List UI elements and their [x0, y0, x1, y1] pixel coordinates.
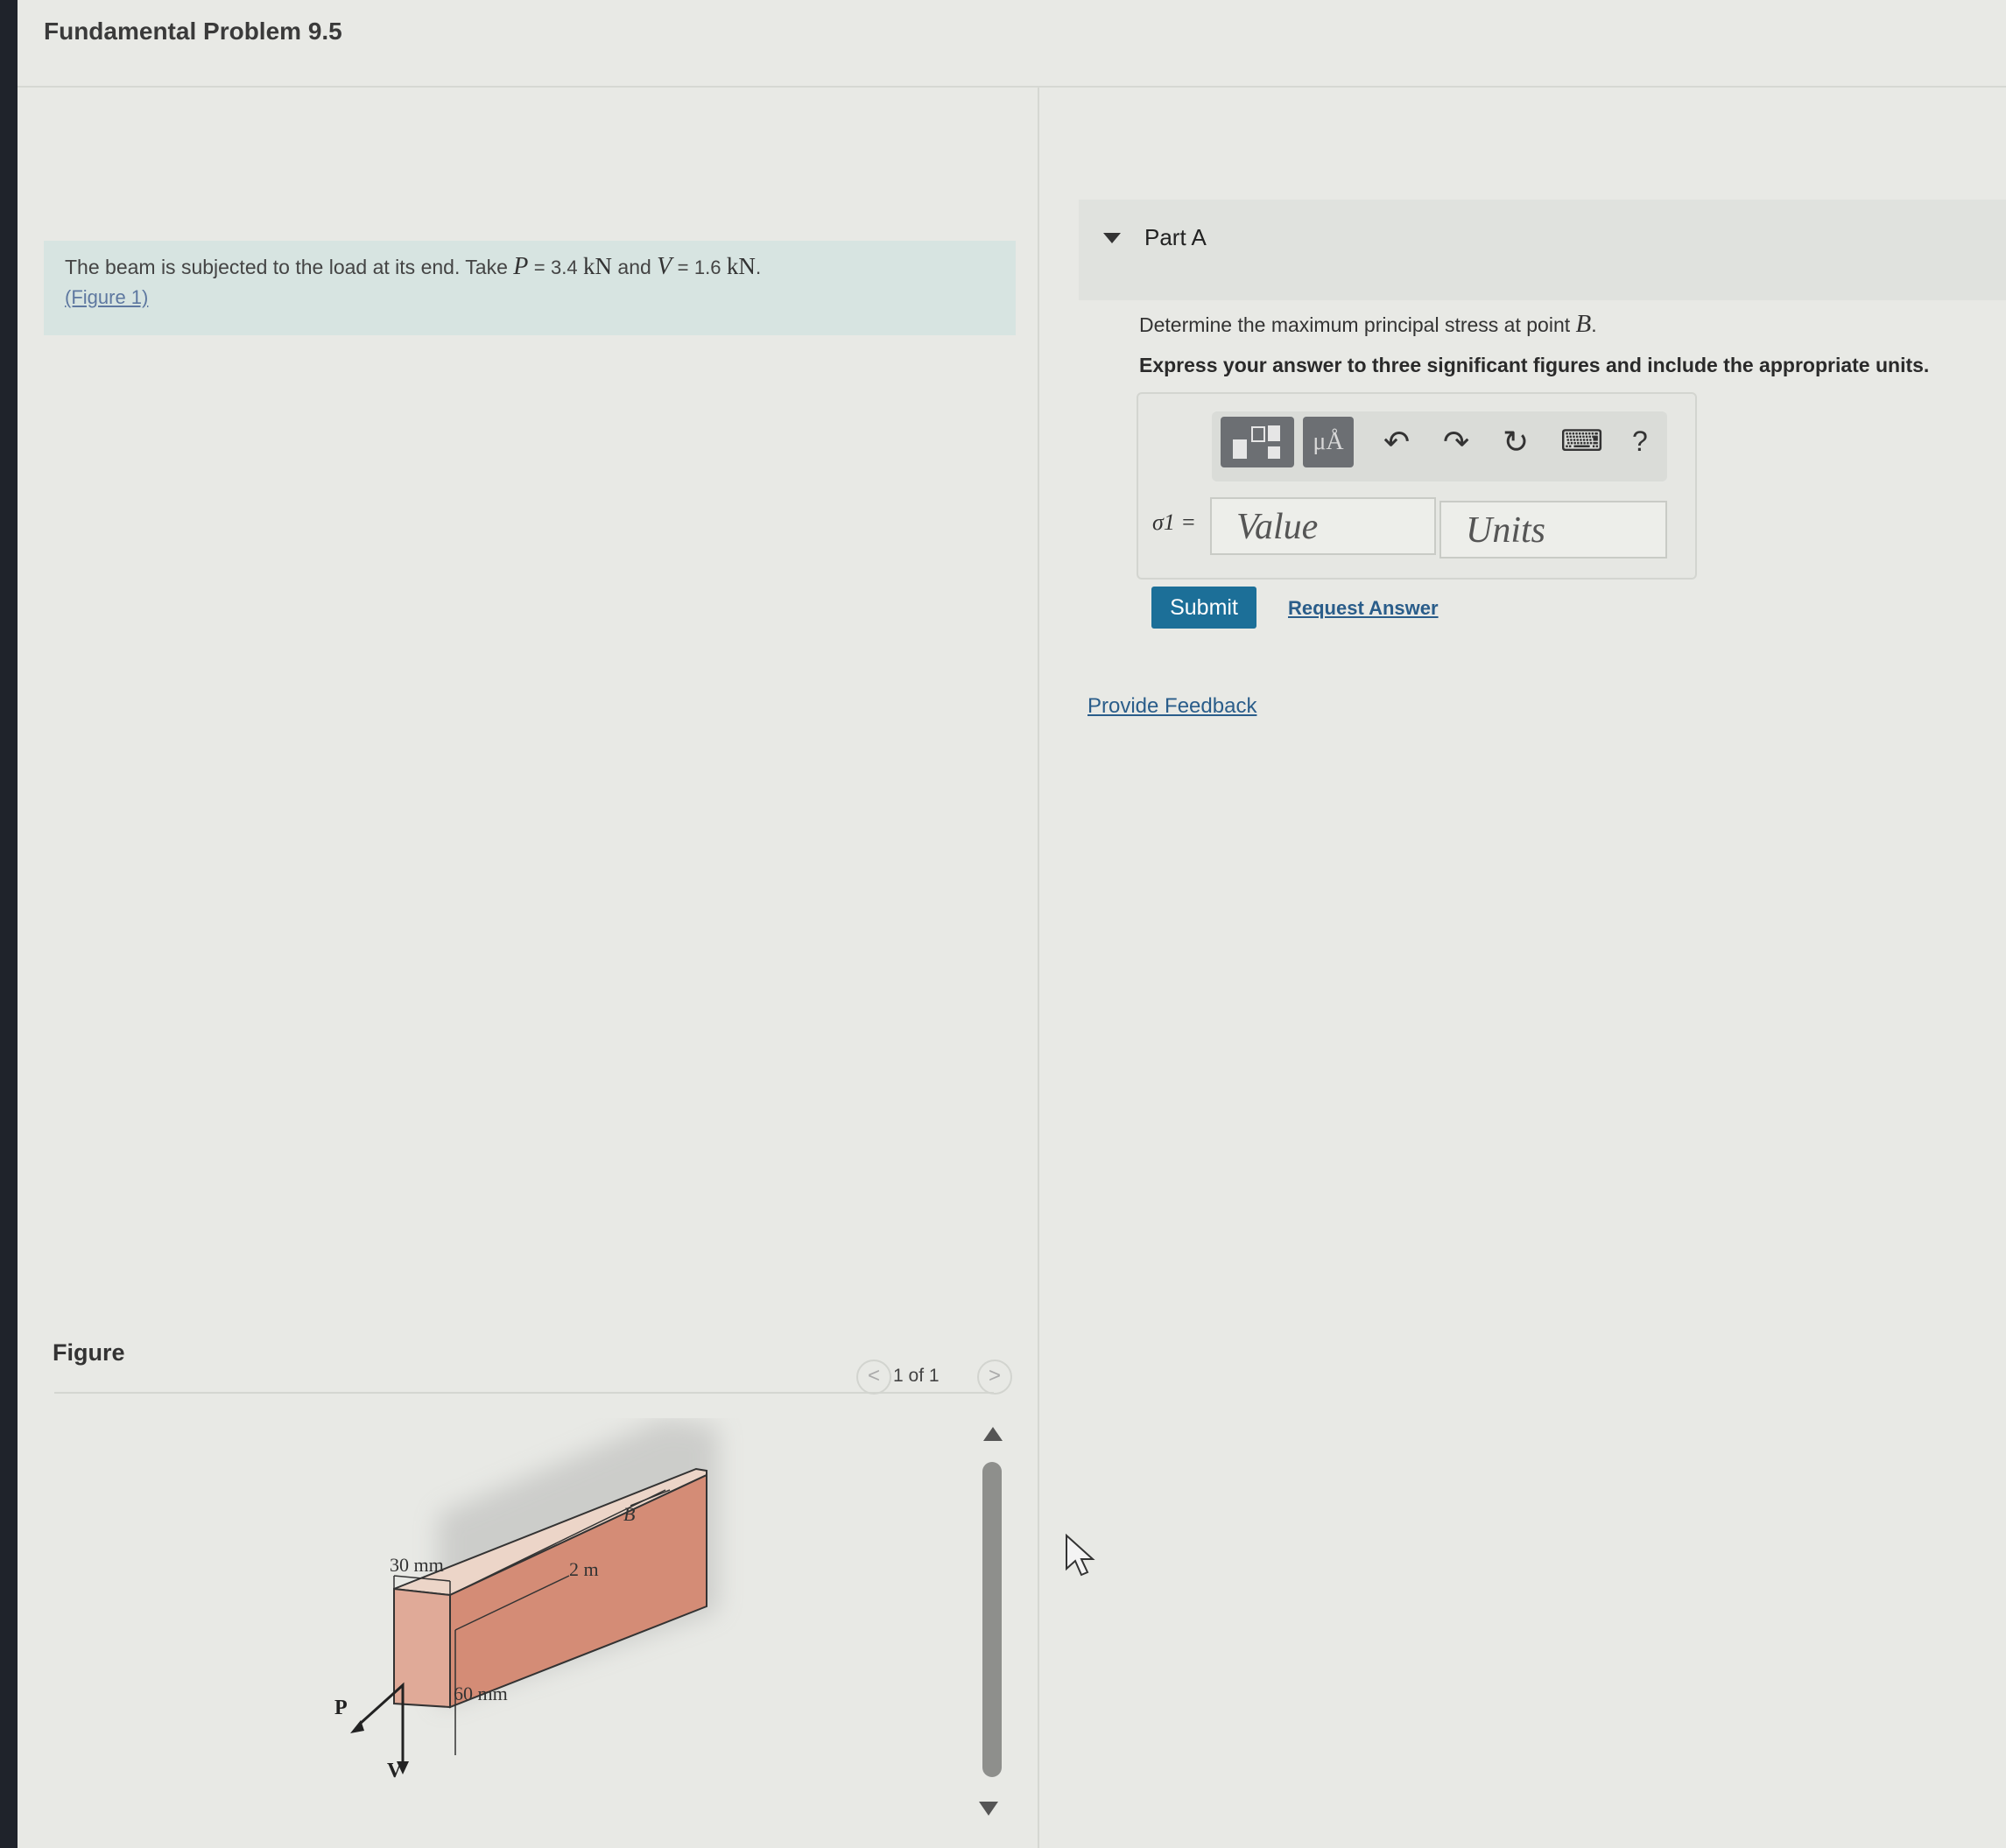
- problem-page: Fundamental Problem 9.5 The beam is subj…: [18, 0, 2006, 1848]
- mouse-cursor-icon: [1066, 1534, 1095, 1577]
- question-prefix: Determine the maximum principal stress a…: [1139, 313, 1571, 336]
- v-symbol: V: [657, 253, 672, 280]
- redo-icon[interactable]: ↷: [1443, 424, 1469, 460]
- help-button[interactable]: ?: [1632, 425, 1648, 458]
- keyboard-icon[interactable]: ⌨: [1560, 424, 1603, 459]
- scroll-down-arrow-icon[interactable]: [979, 1802, 998, 1816]
- problem-statement: The beam is subjected to the load at its…: [44, 241, 1016, 335]
- value-placeholder: Value: [1236, 507, 1319, 547]
- v-unit: kN: [726, 253, 756, 279]
- question-text: Determine the maximum principal stress a…: [1139, 310, 1597, 338]
- header-divider: [18, 86, 2006, 88]
- scroll-up-arrow-icon[interactable]: [983, 1427, 1003, 1441]
- dim-60-label: 60 mm: [454, 1683, 508, 1704]
- p-value: 3.4: [551, 256, 578, 278]
- units-placeholder: Units: [1466, 510, 1546, 551]
- templates-icon: [1233, 425, 1280, 459]
- units-input[interactable]: Units: [1439, 501, 1667, 559]
- column-divider: [1038, 88, 1039, 1848]
- figure-heading: Figure: [53, 1339, 125, 1366]
- answer-instruction: Express your answer to three significant…: [1139, 354, 1930, 376]
- math-toolbar: μÅ ↶ ↷ ↻ ⌨ ?: [1212, 411, 1667, 481]
- units-button[interactable]: μÅ: [1303, 417, 1354, 467]
- figure-page-count: 1 of 1: [893, 1366, 940, 1386]
- and-text: and: [617, 256, 651, 278]
- point-b-label: B: [623, 1503, 635, 1525]
- part-a-title: Part A: [1144, 224, 1207, 250]
- reset-icon[interactable]: ↻: [1503, 424, 1529, 460]
- submit-button[interactable]: Submit: [1151, 587, 1256, 629]
- load-v-label: V: [387, 1760, 403, 1782]
- p-unit: kN: [583, 253, 613, 279]
- p-symbol: P: [513, 253, 529, 280]
- dim-30-label: 30 mm: [390, 1554, 444, 1576]
- figure-scrollbar[interactable]: [982, 1462, 1002, 1777]
- answer-variable-label: σ1 =: [1152, 509, 1196, 535]
- value-input[interactable]: Value: [1210, 497, 1436, 555]
- figure-link[interactable]: (Figure 1): [65, 286, 148, 309]
- templates-button[interactable]: [1221, 417, 1294, 467]
- question-point: B: [1575, 310, 1592, 338]
- page-title: Fundamental Problem 9.5: [44, 18, 342, 45]
- undo-icon[interactable]: ↶: [1383, 424, 1410, 460]
- previous-figure-button[interactable]: <: [856, 1360, 891, 1395]
- figure-divider: [54, 1392, 994, 1394]
- screen-bezel: [0, 0, 18, 1848]
- answer-panel: μÅ ↶ ↷ ↻ ⌨ ? σ1 = Value Units: [1137, 392, 1697, 580]
- statement-text: The beam is subjected to the load at its…: [65, 256, 508, 278]
- part-a-header[interactable]: Part A: [1079, 200, 2006, 300]
- v-value: 1.6: [693, 256, 721, 278]
- collapse-caret-icon[interactable]: [1103, 233, 1121, 243]
- problem-text: The beam is subjected to the load at its…: [65, 253, 762, 280]
- next-figure-button[interactable]: >: [977, 1360, 1012, 1395]
- beam-figure: 30 mm 2 m 60 mm B P V: [334, 1418, 718, 1782]
- load-p-label: P: [334, 1697, 348, 1719]
- dim-2m-label: 2 m: [569, 1558, 599, 1580]
- provide-feedback-link[interactable]: Provide Feedback: [1087, 694, 1256, 719]
- request-answer-link[interactable]: Request Answer: [1288, 597, 1439, 620]
